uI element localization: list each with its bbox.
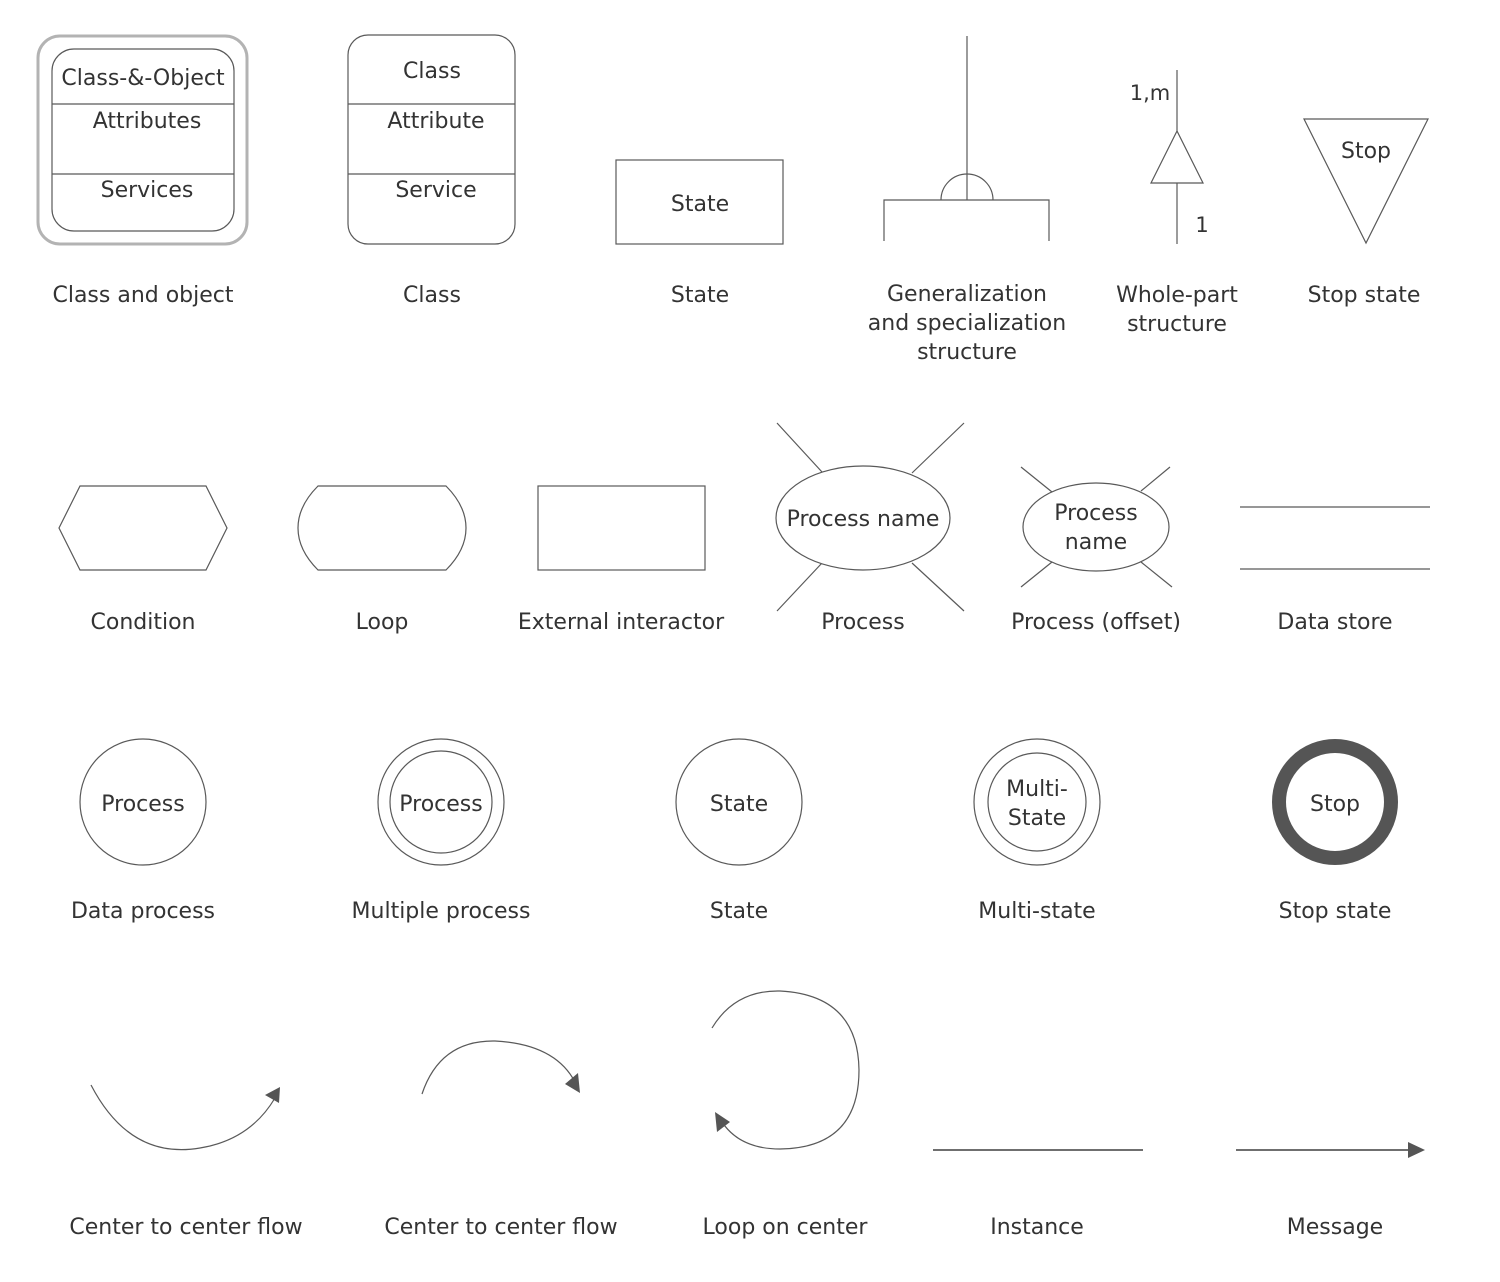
state-rect-shape[interactable]: State xyxy=(615,159,784,245)
multiplicity-bottom: 1 xyxy=(1195,213,1208,237)
arrowhead-icon xyxy=(265,1087,280,1103)
shape-label-line2: name xyxy=(1065,530,1127,555)
data-store-shape[interactable] xyxy=(1240,506,1430,570)
caption-class: Class xyxy=(403,283,461,308)
arrowhead-icon xyxy=(1408,1142,1425,1158)
caption-stop-circle: Stop state xyxy=(1279,899,1392,924)
shape-title: Class xyxy=(403,59,461,84)
loop-on-center-shape[interactable] xyxy=(711,990,860,1150)
generalization-shape[interactable] xyxy=(883,36,1050,241)
process-offset-shape[interactable]: Process name xyxy=(1020,466,1173,588)
process-ellipse xyxy=(1022,482,1170,572)
shape-label: State xyxy=(671,192,729,217)
caption-data-store: Data store xyxy=(1277,610,1392,635)
caption-whole-part-line2: structure xyxy=(1127,312,1227,337)
branch-bracket xyxy=(883,199,1050,241)
arrowhead-icon xyxy=(565,1073,580,1093)
services-label: Services xyxy=(101,178,194,203)
caption-gen-line3: structure xyxy=(917,340,1017,365)
service-label: Service xyxy=(395,178,476,203)
class-and-object-shape[interactable]: Class-&-Object Attributes Services xyxy=(36,34,249,246)
stencil-canvas: Class-&-Object Attributes Services Class… xyxy=(36,34,1430,1240)
flow-arc xyxy=(421,1040,576,1095)
caption-loop: Loop xyxy=(356,610,409,635)
whole-part-shape[interactable]: 1,m 1 xyxy=(1130,70,1209,244)
class-shape[interactable]: Class Attribute Service xyxy=(347,34,516,245)
shape-label: Process name xyxy=(787,507,940,532)
caption-state: State xyxy=(671,283,729,308)
caption-multiple-process: Multiple process xyxy=(352,899,531,924)
message-shape[interactable] xyxy=(1236,1142,1425,1158)
shape-label: Process xyxy=(399,792,482,817)
caption-external-interactor: External interactor xyxy=(518,610,725,635)
attribute-label: Attribute xyxy=(387,109,484,134)
external-interactor-shape[interactable] xyxy=(537,485,706,571)
caption-data-process: Data process xyxy=(71,899,215,924)
connector-sw xyxy=(776,562,823,612)
attributes-label: Attributes xyxy=(93,109,202,134)
caption-state-circle: State xyxy=(710,899,768,924)
loop-arc xyxy=(711,990,860,1150)
hexagon xyxy=(58,485,228,571)
caption-process-offset: Process (offset) xyxy=(1011,610,1181,635)
interactor-rect xyxy=(537,485,706,571)
condition-shape[interactable] xyxy=(58,485,228,571)
stop-triangle-shape[interactable]: Stop xyxy=(1303,118,1429,245)
caption-c2c-flow-1: Center to center flow xyxy=(69,1215,302,1240)
connector-ne xyxy=(911,422,965,474)
shape-label: Stop xyxy=(1310,792,1360,817)
multiple-process-shape[interactable]: Process xyxy=(377,738,505,866)
center-to-center-flow-1-shape[interactable] xyxy=(90,1084,280,1151)
triangle xyxy=(1150,129,1204,184)
shape-label: Process xyxy=(101,792,184,817)
shape-label-line1: Process xyxy=(1054,501,1137,526)
process-shape[interactable]: Process name xyxy=(775,422,965,612)
connector-se xyxy=(1140,561,1173,588)
connector-nw xyxy=(776,422,823,473)
data-process-shape[interactable]: Process xyxy=(79,738,207,866)
state-circle-shape[interactable]: State xyxy=(675,738,803,866)
shape-label: Stop xyxy=(1341,139,1391,164)
caption-message: Message xyxy=(1287,1215,1383,1240)
multi-state-shape[interactable]: Multi- State xyxy=(973,738,1101,866)
loop-outline xyxy=(297,485,467,571)
caption-class-and-object: Class and object xyxy=(52,283,233,308)
caption-whole-part-line1: Whole-part xyxy=(1116,283,1238,308)
caption-gen-line1: Generalization xyxy=(887,282,1047,307)
center-to-center-flow-2-shape[interactable] xyxy=(421,1040,580,1095)
caption-condition: Condition xyxy=(91,610,196,635)
shape-label: State xyxy=(710,792,768,817)
caption-multi-state: Multi-state xyxy=(978,899,1095,924)
connector-ne xyxy=(1140,466,1171,492)
shape-label-line1: Multi- xyxy=(1006,777,1068,802)
connector-se xyxy=(911,562,965,612)
inner-circle xyxy=(987,752,1087,852)
triangle xyxy=(1303,118,1429,245)
shape-title: Class-&-Object xyxy=(61,66,225,91)
multiplicity-top: 1,m xyxy=(1130,81,1171,105)
caption-instance: Instance xyxy=(990,1215,1084,1240)
loop-shape[interactable] xyxy=(297,485,467,571)
caption-gen-line2: and specialization xyxy=(868,311,1066,336)
flow-arc xyxy=(90,1084,276,1151)
connector-sw xyxy=(1020,561,1053,588)
connector-nw xyxy=(1020,466,1053,493)
caption-c2c-flow-2: Center to center flow xyxy=(384,1215,617,1240)
caption-stop-state: Stop state xyxy=(1308,283,1421,308)
caption-loop-on-center: Loop on center xyxy=(703,1215,869,1240)
shape-label-line2: State xyxy=(1008,806,1066,831)
stop-circle-shape[interactable]: Stop xyxy=(1272,739,1398,865)
caption-process: Process xyxy=(821,610,904,635)
